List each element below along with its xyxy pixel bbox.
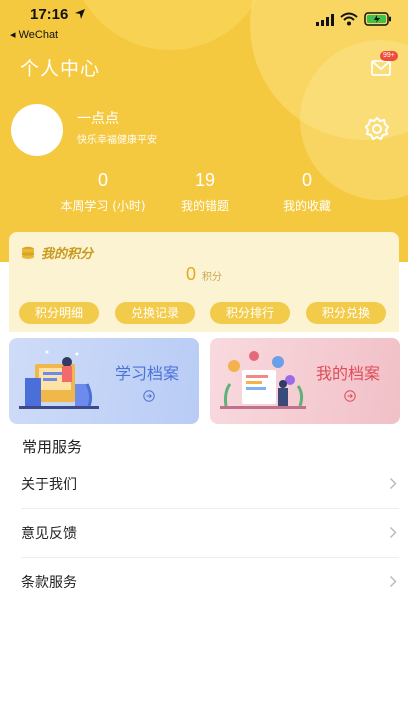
arrow-circle-icon <box>344 390 356 402</box>
chevron-right-icon <box>390 527 397 538</box>
service-item-label: 条款服务 <box>21 575 77 591</box>
points-detail-button[interactable]: 积分明细 <box>19 302 99 324</box>
coin-stack-icon <box>22 246 34 259</box>
user-motto: 快乐幸福健康平安 <box>77 135 157 146</box>
services-title: 常用服务 <box>22 438 83 456</box>
service-item-about-us[interactable]: 关于我们 <box>21 460 399 509</box>
signal-icon <box>316 14 334 26</box>
arrow-circle-icon <box>143 390 155 402</box>
my-archive-card[interactable]: 我的档案 <box>210 338 400 424</box>
study-archive-title: 学习档案 <box>115 364 180 383</box>
common-services: 常用服务 关于我们 意见反馈 条款服务 <box>9 428 399 608</box>
points-summary: 0 积分 <box>9 264 399 285</box>
chevron-right-icon <box>390 478 397 489</box>
status-bar: 17:16 ◂ WeChat <box>0 0 408 44</box>
stat-value: 0 <box>301 170 312 190</box>
points-value: 0 <box>185 264 196 284</box>
service-item-label: 意见反馈 <box>21 526 77 542</box>
gear-icon[interactable] <box>364 116 390 142</box>
stat-label: 我的收藏 <box>282 199 331 213</box>
profile-header: 17:16 ◂ WeChat 个人中心 99+ 一点点 快乐幸福健康平安 0 本… <box>0 0 408 262</box>
points-unit: 积分 <box>202 272 222 283</box>
service-item-feedback[interactable]: 意见反馈 <box>21 509 399 558</box>
location-arrow-icon <box>75 9 85 19</box>
wifi-icon <box>340 12 358 26</box>
back-to-wechat-link[interactable]: ◂ WeChat <box>10 28 58 41</box>
my-archive-illustration <box>220 351 306 409</box>
my-archive-title: 我的档案 <box>316 364 381 383</box>
points-title: 我的积分 <box>41 247 94 262</box>
avatar[interactable] <box>11 104 63 156</box>
page-title: 个人中心 <box>20 58 101 80</box>
points-ranking-button[interactable]: 积分排行 <box>210 302 290 324</box>
points-card: 我的积分 0 积分 积分明细 兑换记录 积分排行 积分兑换 <box>9 232 399 332</box>
stat-favorites[interactable]: 0 我的收藏 <box>247 170 367 214</box>
points-exchange-button[interactable]: 积分兑换 <box>306 302 386 324</box>
points-header: 我的积分 <box>21 243 93 262</box>
chevron-right-icon <box>390 576 397 587</box>
study-archive-card[interactable]: 学习档案 <box>9 338 199 424</box>
status-time: 17:16 <box>30 6 69 23</box>
unread-badge: 99+ <box>380 51 398 61</box>
redeem-history-button[interactable]: 兑换记录 <box>115 302 195 324</box>
service-item-label: 关于我们 <box>21 477 77 493</box>
battery-icon <box>364 12 391 26</box>
user-name: 一点点 <box>77 111 119 127</box>
service-item-terms[interactable]: 条款服务 <box>21 558 399 607</box>
study-illustration <box>19 350 99 409</box>
